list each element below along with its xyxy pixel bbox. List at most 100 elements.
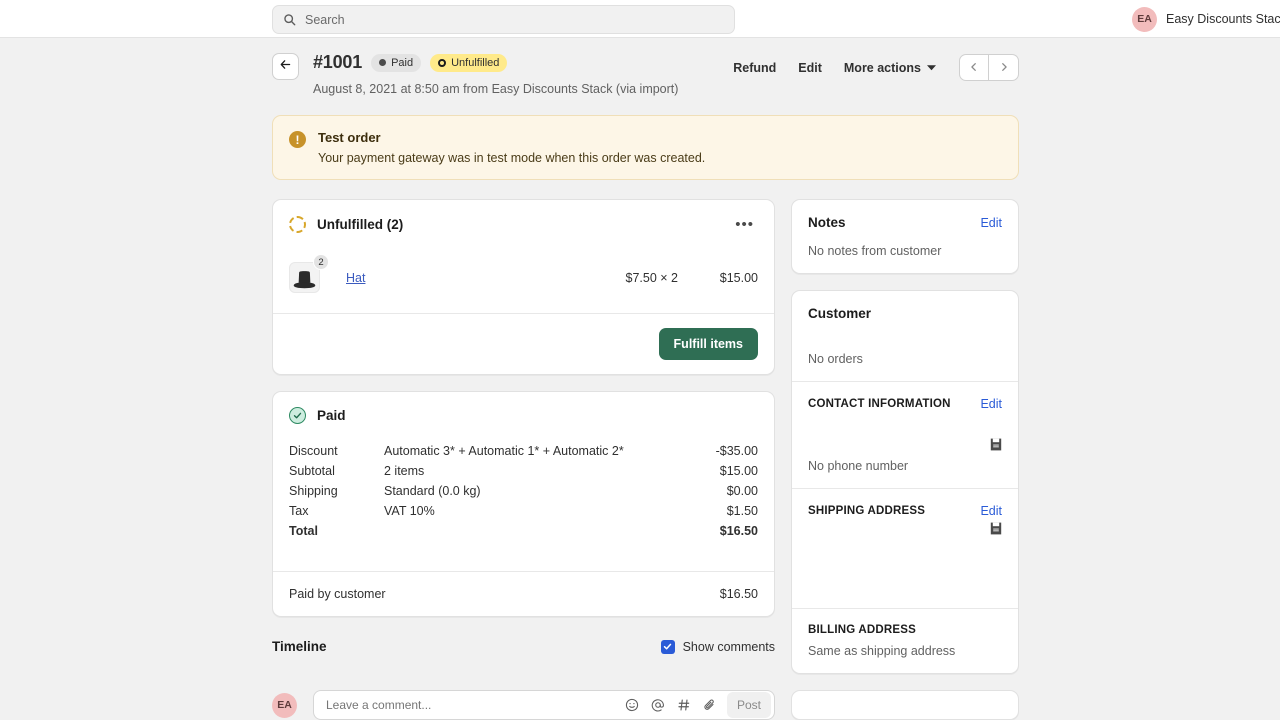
row-label: Subtotal	[289, 464, 335, 478]
fulfillment-card: Unfulfilled (2) ••• 2 Hat $7.50 × 2 $15.…	[272, 199, 775, 375]
ellipsis-icon[interactable]: •••	[731, 215, 758, 234]
user-menu[interactable]: EA Easy Discounts Stack A	[1132, 0, 1280, 38]
notes-title: Notes	[808, 215, 846, 230]
row-detail: Automatic 3* + Automatic 1* + Automatic …	[384, 444, 624, 458]
payment-card-body: Paid Discount Automatic 3* + Automatic 1…	[273, 392, 774, 556]
emoji-icon[interactable]	[625, 698, 639, 712]
status-badge-unfulfilled: Unfulfilled	[430, 53, 508, 72]
paperclip-icon[interactable]	[703, 698, 717, 712]
order-title-row: #1001 Paid Unfulfilled	[313, 52, 722, 73]
chevron-right-icon	[999, 60, 1009, 75]
back-button[interactable]	[272, 53, 299, 80]
order-page: #1001 Paid Unfulfilled August 8, 2021 at…	[272, 52, 1019, 720]
billing-address-text: Same as shipping address	[808, 644, 956, 658]
notes-card: Notes Edit No notes from customer	[791, 199, 1019, 274]
exclamation-icon: !	[289, 131, 306, 148]
order-actions: Refund Edit More actions	[722, 54, 1019, 81]
additional-card	[791, 690, 1019, 720]
row-amount: $16.50	[719, 524, 758, 538]
payment-title: Paid	[317, 408, 346, 423]
avatar: EA	[272, 692, 297, 718]
ring-icon	[438, 58, 447, 67]
show-comments-checkbox[interactable]	[660, 639, 675, 654]
order-title-block: #1001 Paid Unfulfilled August 8, 2021 at…	[313, 52, 722, 96]
dashed-ring-icon	[289, 216, 306, 233]
notes-section: Notes Edit No notes from customer	[792, 200, 1018, 273]
row-label: Tax	[289, 504, 309, 518]
row-amount: $0.00	[726, 484, 758, 498]
user-name: Easy Discounts Stack A	[1166, 12, 1280, 26]
edit-button[interactable]: Edit	[787, 56, 833, 80]
fulfill-items-button[interactable]: Fulfill items	[658, 328, 758, 360]
total-row-tax: Tax VAT 10% $1.50	[289, 501, 758, 521]
product-link[interactable]: Hat	[346, 271, 365, 285]
test-order-banner: ! Test order Your payment gateway was in…	[272, 115, 1019, 180]
main-column: Unfulfilled (2) ••• 2 Hat $7.50 × 2 $15.…	[272, 199, 775, 720]
unit-price: $7.50 × 2	[625, 270, 678, 285]
search-input[interactable]	[305, 12, 724, 27]
timeline-section: Timeline Show comments EA Leave a commen…	[272, 639, 775, 720]
banner-body: Test order Your payment gateway was in t…	[318, 130, 705, 165]
payment-card: Paid Discount Automatic 3* + Automatic 1…	[272, 391, 775, 617]
contact-edit-link[interactable]: Edit	[980, 397, 1002, 411]
row-detail: VAT 10%	[384, 504, 435, 518]
previous-order-button[interactable]	[959, 54, 989, 81]
more-actions-button[interactable]: More actions	[833, 56, 947, 80]
payment-totals: Discount Automatic 3* + Automatic 1* + A…	[289, 441, 758, 541]
product-thumbnail[interactable]: 2	[289, 254, 329, 293]
contact-information-section: CONTACT INFORMATION Edit No phone number	[792, 381, 1018, 488]
order-columns: Unfulfilled (2) ••• 2 Hat $7.50 × 2 $15.…	[272, 199, 1019, 720]
banner-text: Your payment gateway was in test mode wh…	[318, 151, 706, 165]
shipping-edit-link[interactable]: Edit	[980, 504, 1002, 518]
fulfillment-footer: Fulfill items	[273, 313, 774, 374]
total-row-discount: Discount Automatic 3* + Automatic 1* + A…	[289, 441, 758, 461]
customer-email[interactable]	[808, 421, 1002, 434]
mention-icon[interactable]	[651, 698, 665, 712]
notes-edit-link[interactable]: Edit	[980, 216, 1002, 230]
chevron-left-icon	[969, 60, 979, 75]
refund-button[interactable]: Refund	[722, 56, 787, 80]
shipping-address-text	[808, 535, 1002, 593]
timeline-header: Timeline Show comments	[272, 639, 775, 654]
post-comment-button[interactable]: Post	[726, 692, 771, 718]
paid-by-customer-label: Paid by customer	[289, 587, 386, 601]
payment-card-header: Paid	[289, 407, 758, 424]
paid-by-customer-amount: $16.50	[719, 587, 758, 601]
search-icon	[283, 13, 296, 26]
more-actions-label: More actions	[843, 60, 921, 75]
customer-phone-text: No phone number	[808, 459, 909, 473]
comment-composer: EA Leave a comment... Post	[272, 690, 775, 720]
search-bar[interactable]	[272, 5, 735, 34]
next-order-button[interactable]	[989, 54, 1019, 81]
comment-icons	[625, 698, 727, 712]
status-badge-unfulfilled-label: Unfulfilled	[451, 56, 500, 69]
row-detail	[384, 524, 720, 538]
total-row-subtotal: Subtotal 2 items $15.00	[289, 461, 758, 481]
row-label: Shipping	[289, 484, 338, 498]
line-item: 2 Hat $7.50 × 2 $15.00	[273, 249, 774, 313]
hashtag-icon[interactable]	[677, 698, 691, 712]
comment-box[interactable]: Post	[313, 690, 775, 720]
comment-input[interactable]	[324, 697, 625, 713]
row-label: Total	[289, 524, 318, 538]
status-badge-paid: Paid	[371, 53, 422, 72]
copy-icon[interactable]	[990, 522, 1002, 535]
paid-by-customer-row: Paid by customer $16.50	[273, 571, 774, 601]
customer-name[interactable]	[808, 331, 1002, 344]
show-comments-toggle[interactable]: Show comments	[660, 639, 775, 654]
quantity-badge: 2	[313, 254, 329, 270]
customer-title: Customer	[808, 306, 872, 321]
order-subtitle: August 8, 2021 at 8:50 am from Easy Disc…	[313, 82, 679, 96]
customer-section: Customer No orders	[792, 291, 1018, 381]
avatar: EA	[1132, 6, 1157, 32]
total-row-shipping: Shipping Standard (0.0 kg) $0.00	[289, 481, 758, 501]
sidebar-column: Notes Edit No notes from customer Custom…	[791, 199, 1019, 720]
page-title: #1001	[313, 52, 363, 72]
copy-icon[interactable]	[990, 438, 1002, 451]
shipping-address-section: SHIPPING ADDRESS Edit	[792, 488, 1018, 608]
show-comments-label: Show comments	[682, 639, 775, 654]
row-detail: Standard (0.0 kg)	[384, 484, 481, 498]
billing-address-title: BILLING ADDRESS	[808, 624, 916, 636]
total-row-total: Total $16.50	[289, 521, 758, 541]
fulfillment-title: Unfulfilled (2)	[317, 217, 404, 232]
